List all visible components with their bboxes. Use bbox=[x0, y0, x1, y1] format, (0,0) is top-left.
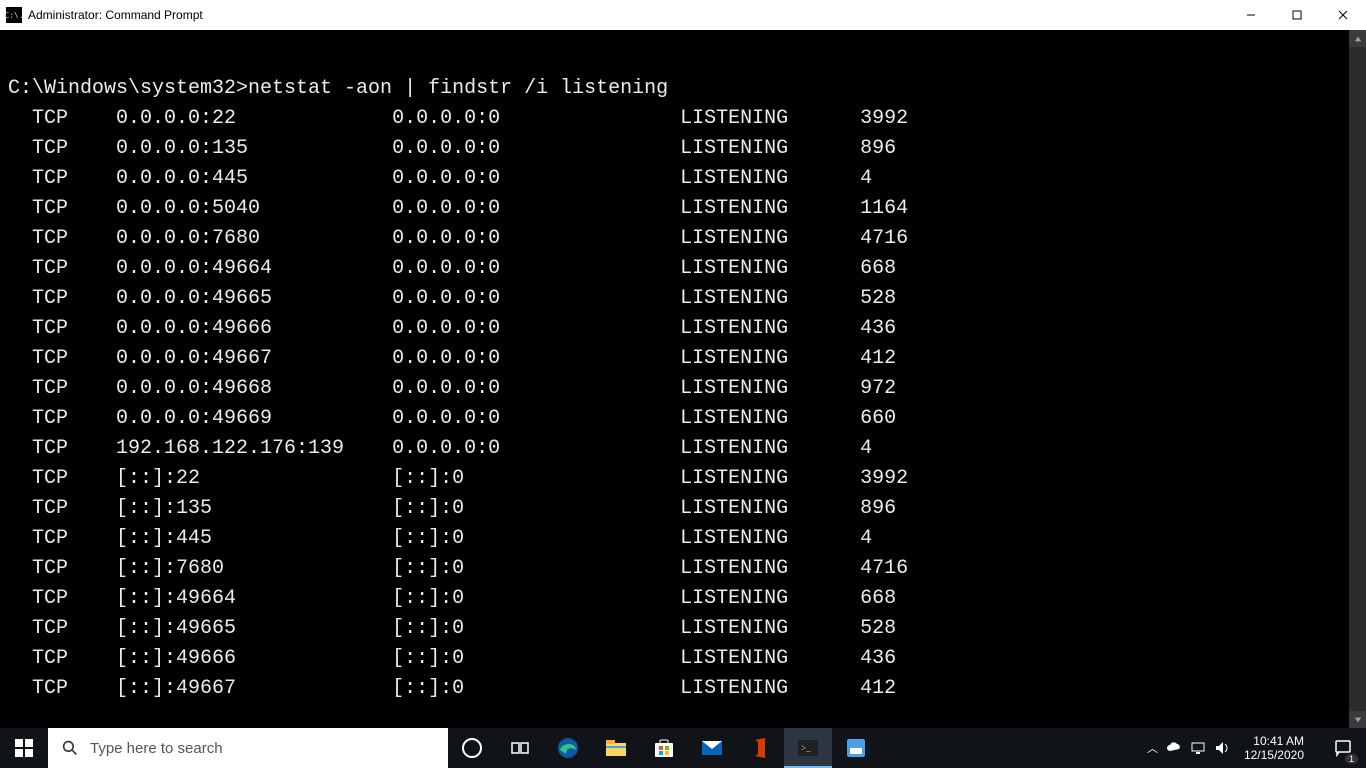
onedrive-icon[interactable] bbox=[1166, 740, 1182, 756]
clock-time: 10:41 AM bbox=[1244, 734, 1304, 748]
task-view-icon[interactable] bbox=[496, 728, 544, 768]
volume-icon[interactable] bbox=[1214, 740, 1230, 756]
window-titlebar[interactable]: C:\. Administrator: Command Prompt bbox=[0, 0, 1366, 30]
taskbar-apps: >_ bbox=[448, 728, 880, 768]
file-explorer-icon[interactable] bbox=[592, 728, 640, 768]
action-center-button[interactable]: 1 bbox=[1320, 728, 1366, 768]
search-placeholder: Type here to search bbox=[90, 740, 223, 757]
command-prompt-icon[interactable]: >_ bbox=[784, 728, 832, 768]
edge-icon[interactable] bbox=[544, 728, 592, 768]
window-controls bbox=[1228, 0, 1366, 30]
taskbar-clock[interactable]: 10:41 AM 12/15/2020 bbox=[1238, 734, 1310, 762]
office-icon[interactable] bbox=[736, 728, 784, 768]
minimize-button[interactable] bbox=[1228, 0, 1274, 30]
scroll-up-button[interactable] bbox=[1349, 30, 1366, 47]
tool-icon[interactable] bbox=[832, 728, 880, 768]
scroll-down-button[interactable] bbox=[1349, 711, 1366, 728]
system-tray[interactable]: ︿ 10:41 AM 12/15/2020 bbox=[1137, 728, 1320, 768]
network-icon[interactable] bbox=[1190, 740, 1206, 756]
maximize-button[interactable] bbox=[1274, 0, 1320, 30]
clock-date: 12/15/2020 bbox=[1244, 748, 1304, 762]
vertical-scrollbar[interactable] bbox=[1349, 30, 1366, 728]
cortana-icon[interactable] bbox=[448, 728, 496, 768]
taskbar: Type here to search >_ ︿ 10:41 AM 12/15/… bbox=[0, 728, 1366, 768]
search-icon bbox=[62, 740, 78, 756]
taskbar-search[interactable]: Type here to search bbox=[48, 728, 448, 768]
titlebar-left: C:\. Administrator: Command Prompt bbox=[0, 7, 203, 23]
show-hidden-icons[interactable]: ︿ bbox=[1147, 740, 1158, 756]
window-title: Administrator: Command Prompt bbox=[28, 8, 203, 22]
microsoft-store-icon[interactable] bbox=[640, 728, 688, 768]
taskbar-spacer bbox=[880, 728, 1137, 768]
start-button[interactable] bbox=[0, 728, 48, 768]
terminal-area[interactable]: C:\Windows\system32>netstat -aon | finds… bbox=[0, 30, 1366, 728]
notification-count: 1 bbox=[1345, 754, 1358, 764]
svg-text:>_: >_ bbox=[801, 743, 811, 753]
close-button[interactable] bbox=[1320, 0, 1366, 30]
mail-icon[interactable] bbox=[688, 728, 736, 768]
cmd-window-icon: C:\. bbox=[6, 7, 22, 23]
terminal-output[interactable]: C:\Windows\system32>netstat -aon | finds… bbox=[0, 30, 1366, 704]
